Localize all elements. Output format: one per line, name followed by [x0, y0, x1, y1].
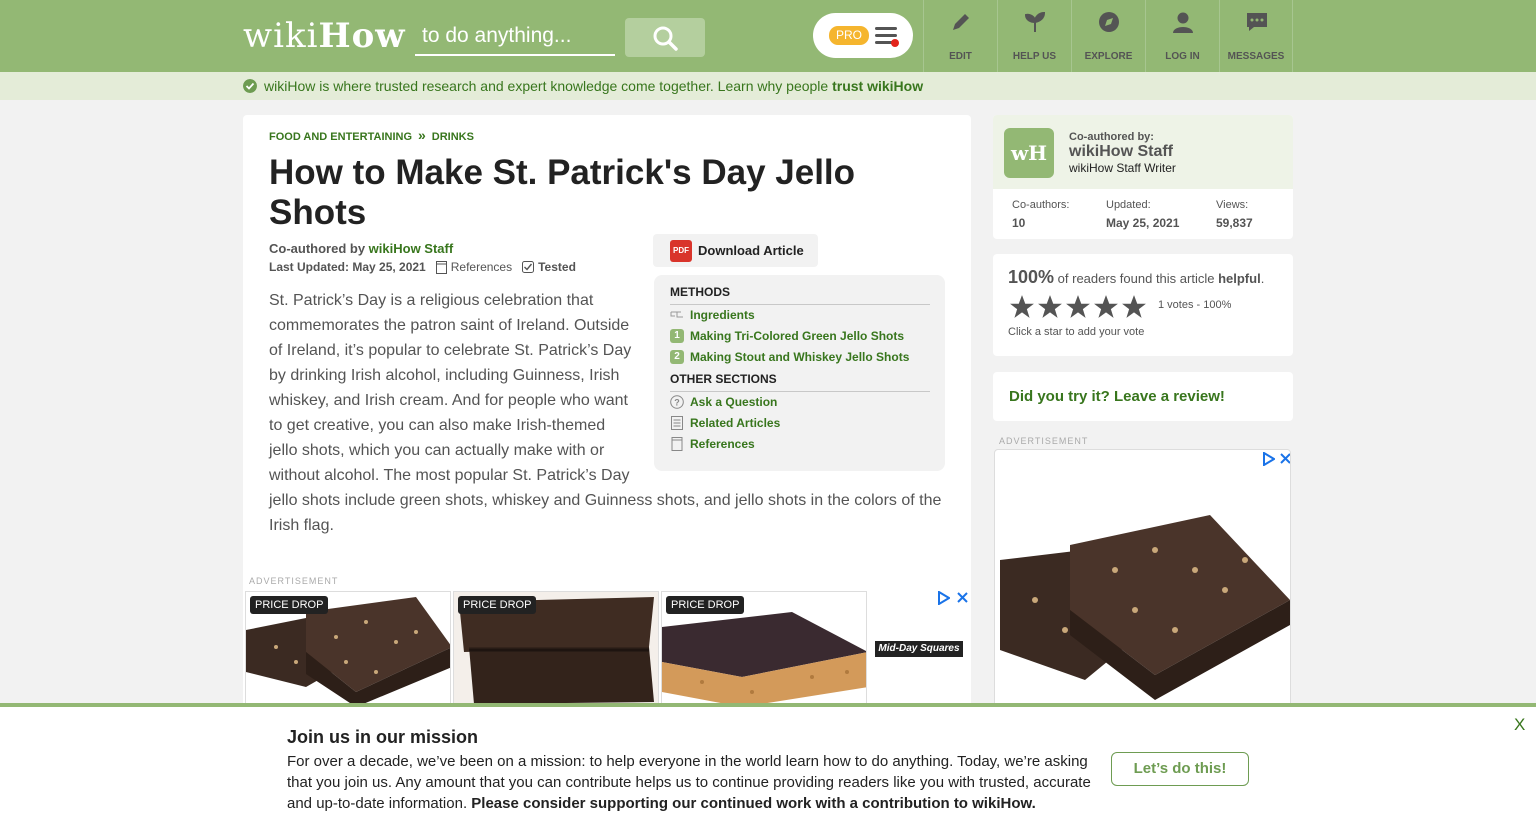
- table-of-contents: METHODS Ingredients 1 Making Tri-Colored …: [654, 275, 945, 471]
- breadcrumb-food-and-entertaining[interactable]: FOOD AND ENTERTAINING: [269, 131, 412, 143]
- ad-product-tile[interactable]: PRICE DROP: [661, 591, 867, 706]
- leave-review-link[interactable]: Did you try it? Leave a review!: [1009, 388, 1225, 405]
- question-circle-icon: ?: [670, 395, 684, 409]
- pdf-icon: PDF: [670, 239, 692, 262]
- review-card: Did you try it? Leave a review!: [993, 372, 1293, 421]
- references-link[interactable]: References: [435, 260, 512, 274]
- wikihow-staff-avatar: wH: [1004, 128, 1054, 178]
- chocolate-bar-image: [1000, 515, 1290, 700]
- search-icon: [653, 26, 678, 51]
- product-ad-row[interactable]: PRICE DROP PRICE DROP PRICE DROP Mid-Day…: [245, 591, 968, 706]
- checkbox-icon: [522, 261, 535, 273]
- user-icon: [1173, 12, 1193, 33]
- star-icon[interactable]: [1120, 294, 1148, 320]
- search-button[interactable]: [625, 18, 705, 57]
- toc-ingredients[interactable]: Ingredients: [670, 308, 755, 322]
- sidebar-ad[interactable]: [994, 449, 1291, 709]
- ad-product-tile[interactable]: PRICE DROP: [245, 591, 451, 706]
- stat-coauthors[interactable]: Co-authors: 10: [1012, 199, 1069, 230]
- coauthor-link[interactable]: wikiHow Staff: [369, 241, 454, 256]
- sprout-icon: [1024, 11, 1046, 32]
- document-icon: [435, 260, 447, 274]
- price-drop-badge: PRICE DROP: [666, 596, 745, 614]
- download-article-button[interactable]: PDF Download Article: [653, 234, 818, 267]
- pro-badge: PRO: [829, 26, 869, 45]
- hand-pointer-icon: [670, 311, 683, 318]
- banner-close-button[interactable]: X: [1514, 715, 1525, 735]
- check-circle-icon: [243, 79, 257, 93]
- author-name[interactable]: wikiHow Staff: [1069, 143, 1173, 161]
- trust-message: wikiHow is where trusted research and ex…: [264, 78, 924, 94]
- stat-views: Views: 59,837: [1216, 199, 1253, 230]
- vote-count: 1 votes - 100%: [1158, 299, 1232, 311]
- toc-ask-a-question[interactable]: ? Ask a Question: [670, 395, 777, 409]
- toc-other-heading: OTHER SECTIONS: [670, 372, 930, 392]
- toc-method-1[interactable]: 1 Making Tri-Colored Green Jello Shots: [670, 329, 904, 343]
- stat-updated: Updated: May 25, 2021: [1106, 199, 1180, 230]
- toc-method-2[interactable]: 2 Making Stout and Whiskey Jello Shots: [670, 350, 909, 364]
- pro-menu-button[interactable]: PRO: [813, 13, 913, 58]
- nav-edit[interactable]: EDIT: [923, 0, 997, 72]
- star-icon[interactable]: [1036, 294, 1064, 320]
- nav-help-us[interactable]: HELP US: [997, 0, 1071, 72]
- method-number: 2: [670, 350, 684, 364]
- notification-dot: [891, 39, 899, 47]
- last-updated: Last Updated: May 25, 2021: [269, 260, 426, 274]
- breadcrumb-drinks[interactable]: DRINKS: [432, 131, 474, 143]
- trust-wikihow-link[interactable]: trust wikiHow: [832, 78, 923, 94]
- author-card: wH Co-authored by: wikiHow Staff wikiHow…: [993, 115, 1293, 239]
- coauthored-label: Co-authored by:: [1069, 131, 1154, 143]
- chat-icon: [1247, 13, 1267, 31]
- search-input[interactable]: [415, 18, 615, 56]
- wikihow-logo[interactable]: wikiHow: [243, 16, 406, 56]
- banner-title: Join us in our mission: [287, 727, 479, 747]
- star-icon[interactable]: [1064, 294, 1092, 320]
- top-navigation-bar: wikiHow PRO EDIT HELP US EXPLORE LOG IN …: [0, 0, 1536, 72]
- pencil-icon: [953, 14, 969, 30]
- nav-label: LOG IN: [1165, 51, 1200, 62]
- document-icon: [671, 437, 683, 451]
- nav-explore[interactable]: EXPLORE: [1071, 0, 1145, 72]
- click-star-hint: Click a star to add your vote: [1008, 326, 1145, 338]
- advertisement-label: ADVERTISEMENT: [999, 436, 1089, 446]
- star-rating[interactable]: [1008, 294, 1148, 320]
- toc-methods-heading: METHODS: [670, 285, 930, 305]
- star-icon[interactable]: [1092, 294, 1120, 320]
- star-icon[interactable]: [1008, 294, 1036, 320]
- price-drop-badge: PRICE DROP: [250, 596, 329, 614]
- nav-log-in[interactable]: LOG IN: [1145, 0, 1219, 72]
- contribute-button[interactable]: Let’s do this!: [1111, 752, 1249, 786]
- article-meta: Last Updated: May 25, 2021 References Te…: [269, 260, 576, 274]
- breadcrumb-separator: »: [418, 127, 426, 143]
- toc-related-articles[interactable]: Related Articles: [670, 416, 780, 430]
- brand-logo[interactable]: Mid-Day Squares: [875, 641, 963, 657]
- toc-references[interactable]: References: [670, 437, 755, 451]
- ad-choices-icon[interactable]: [938, 591, 950, 605]
- coauthor-line: Co-authored by wikiHow Staff: [269, 241, 454, 256]
- nav-label: MESSAGES: [1227, 51, 1285, 62]
- articles-icon: [671, 416, 683, 430]
- banner-text: For over a decade, we’ve been on a missi…: [287, 753, 1091, 812]
- breadcrumb: FOOD AND ENTERTAINING » DRINKS: [269, 127, 474, 143]
- nav-label: EXPLORE: [1084, 51, 1133, 62]
- helpful-rating-card: 100% of readers found this article helpf…: [993, 254, 1293, 356]
- svg-text:?: ?: [674, 398, 680, 408]
- ad-close-icon[interactable]: [1280, 453, 1291, 464]
- ad-close-icon[interactable]: [957, 592, 968, 603]
- price-drop-badge: PRICE DROP: [458, 596, 537, 614]
- nav-label: HELP US: [1012, 51, 1057, 62]
- mission-banner: Join us in our mission For over a decade…: [0, 703, 1536, 824]
- method-number: 1: [670, 329, 684, 343]
- tested-badge[interactable]: Tested: [522, 260, 576, 274]
- download-label: Download Article: [698, 243, 804, 258]
- author-role: wikiHow Staff Writer: [1069, 161, 1176, 175]
- advertisement-label: ADVERTISEMENT: [249, 576, 339, 586]
- helpful-percentage: 100% of readers found this article helpf…: [1008, 267, 1265, 287]
- nav-messages[interactable]: MESSAGES: [1219, 0, 1293, 72]
- ad-product-tile[interactable]: PRICE DROP: [453, 591, 659, 706]
- compass-icon: [1099, 12, 1119, 32]
- nav-label: EDIT: [949, 51, 972, 62]
- article-title: How to Make St. Patrick's Day Jello Shot…: [269, 153, 856, 232]
- ad-choices-icon[interactable]: [1263, 452, 1275, 466]
